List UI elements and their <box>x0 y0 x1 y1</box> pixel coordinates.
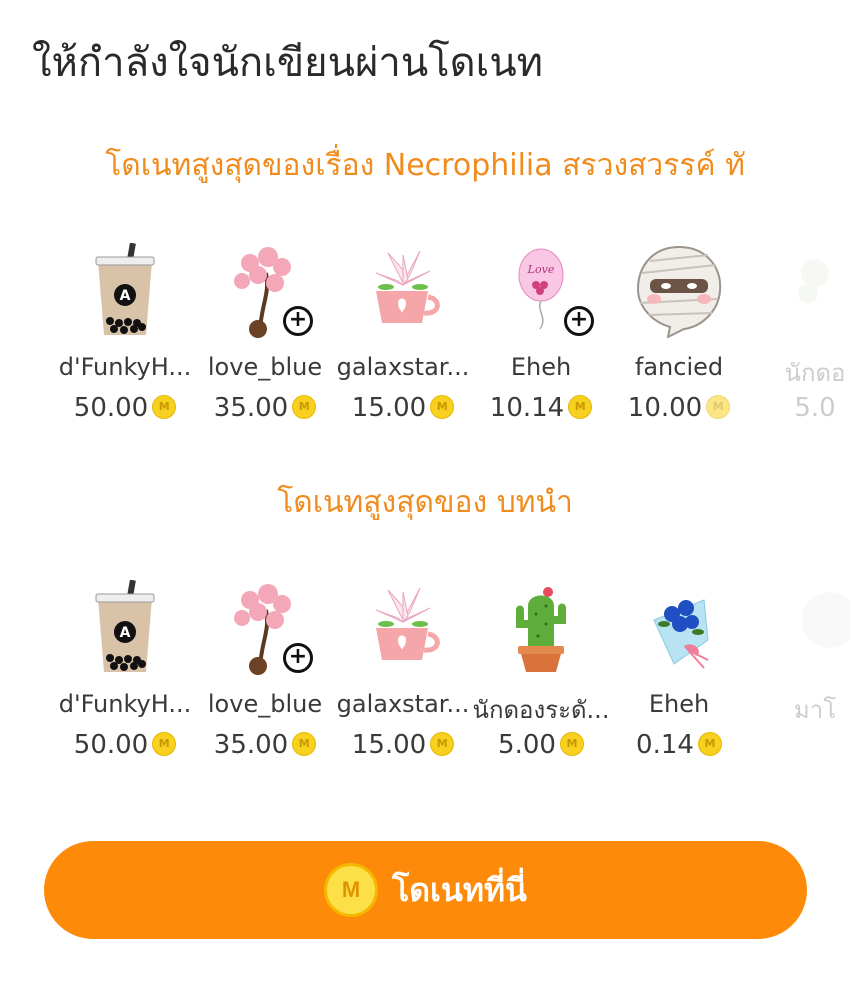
donor-amount: 15.00 M <box>333 393 473 423</box>
add-icon: + <box>564 306 594 336</box>
lily-teacup-icon <box>375 587 440 660</box>
svg-text:A: A <box>120 288 131 304</box>
donor-name: d'FunkyH... <box>58 690 192 718</box>
coin-icon: M <box>697 731 722 756</box>
donor-name: Eheh <box>510 353 572 381</box>
donor-item[interactable]: นักดองระดั... 5.00 M <box>471 580 611 790</box>
coin-icon: M <box>430 394 455 419</box>
donor-amount: 35.00 M <box>195 393 335 423</box>
donate-button-label: โดเนทที่นี่ <box>392 871 527 908</box>
donor-item[interactable]: มาโ <box>745 580 850 790</box>
donor-amount: 35.00 M <box>195 730 335 760</box>
donor-item[interactable]: A d'FunkyH... 50.00 M <box>55 243 195 453</box>
donor-name: love_blue <box>207 353 323 381</box>
donate-button[interactable]: M โดเนทที่นี่ <box>44 841 807 939</box>
section-title-chapter: โดเนทสูงสุดของ บทนำ <box>277 485 573 520</box>
donor-amount: 10.00 M <box>609 393 749 423</box>
donor-name: d'FunkyH... <box>58 353 192 381</box>
bubble-tea-icon: A <box>95 243 155 335</box>
coin-icon: M <box>706 394 731 419</box>
coin-icon: M <box>568 394 593 419</box>
page-title: ให้กำลังใจนักเขียนผ่านโดเนท <box>32 40 544 86</box>
donor-item[interactable]: galaxstar... 15.00 M <box>333 580 473 790</box>
coin-icon: M <box>292 731 317 756</box>
donor-row-story: A d'FunkyH... 50.00 M + love_blue 35.00 M <box>0 243 850 453</box>
coin-icon: M <box>152 394 177 419</box>
flower-icon <box>798 259 829 303</box>
donor-name: Eheh <box>648 690 710 718</box>
plant-icon <box>802 592 850 648</box>
donor-amount: 5.0 <box>794 393 836 423</box>
donor-name: มาโ <box>793 696 837 724</box>
coin-icon: M <box>559 731 584 756</box>
coin-icon: M <box>152 731 177 756</box>
donor-amount: 10.14 M <box>471 393 611 423</box>
donor-item[interactable]: + love_blue 35.00 M <box>195 243 335 453</box>
svg-text:Love: Love <box>527 263 555 276</box>
donor-amount: 15.00 M <box>333 730 473 760</box>
donor-name: galaxstar... <box>336 353 470 381</box>
add-icon: + <box>283 306 313 336</box>
donor-item[interactable]: fancied 10.00 M <box>609 243 749 453</box>
blue-rose-bouquet-icon <box>653 599 709 669</box>
coin-icon: M <box>430 731 455 756</box>
donor-amount: 5.00 M <box>471 730 611 760</box>
donor-item[interactable]: A d'FunkyH... 50.00 M <box>55 580 195 790</box>
mummy-face-icon <box>636 245 722 338</box>
bubble-tea-icon: A <box>95 580 155 672</box>
donor-amount: 50.00 M <box>55 393 195 423</box>
donor-item[interactable]: Love + Eheh 10.14 M <box>471 243 611 453</box>
donor-name: นักดอ <box>784 359 846 387</box>
section-title-story: โดเนทสูงสุดของเรื่อง Necrophilia สรวงสวร… <box>105 148 745 183</box>
svg-text:A: A <box>120 625 131 641</box>
lily-teacup-icon <box>375 250 440 323</box>
cactus-icon <box>516 587 566 672</box>
donor-amount: 50.00 M <box>55 730 195 760</box>
donor-item[interactable]: + love_blue 35.00 M <box>195 580 335 790</box>
donor-item[interactable]: Eheh 0.14 M <box>609 580 749 790</box>
donor-item[interactable]: นักดอ 5.0 <box>745 243 850 453</box>
donor-name: love_blue <box>207 690 323 718</box>
donor-row-chapter: A d'FunkyH... 50.00 M + love_blue 35.00 M <box>0 580 850 790</box>
coin-icon: M <box>292 394 317 419</box>
donor-name: นักดองระดั... <box>472 696 610 724</box>
donor-name: galaxstar... <box>336 690 470 718</box>
coin-icon: M <box>324 863 379 917</box>
donor-amount: 0.14 M <box>609 730 749 760</box>
add-icon: + <box>283 643 313 673</box>
donor-item[interactable]: galaxstar... 15.00 M <box>333 243 473 453</box>
donor-name: fancied <box>634 353 724 381</box>
